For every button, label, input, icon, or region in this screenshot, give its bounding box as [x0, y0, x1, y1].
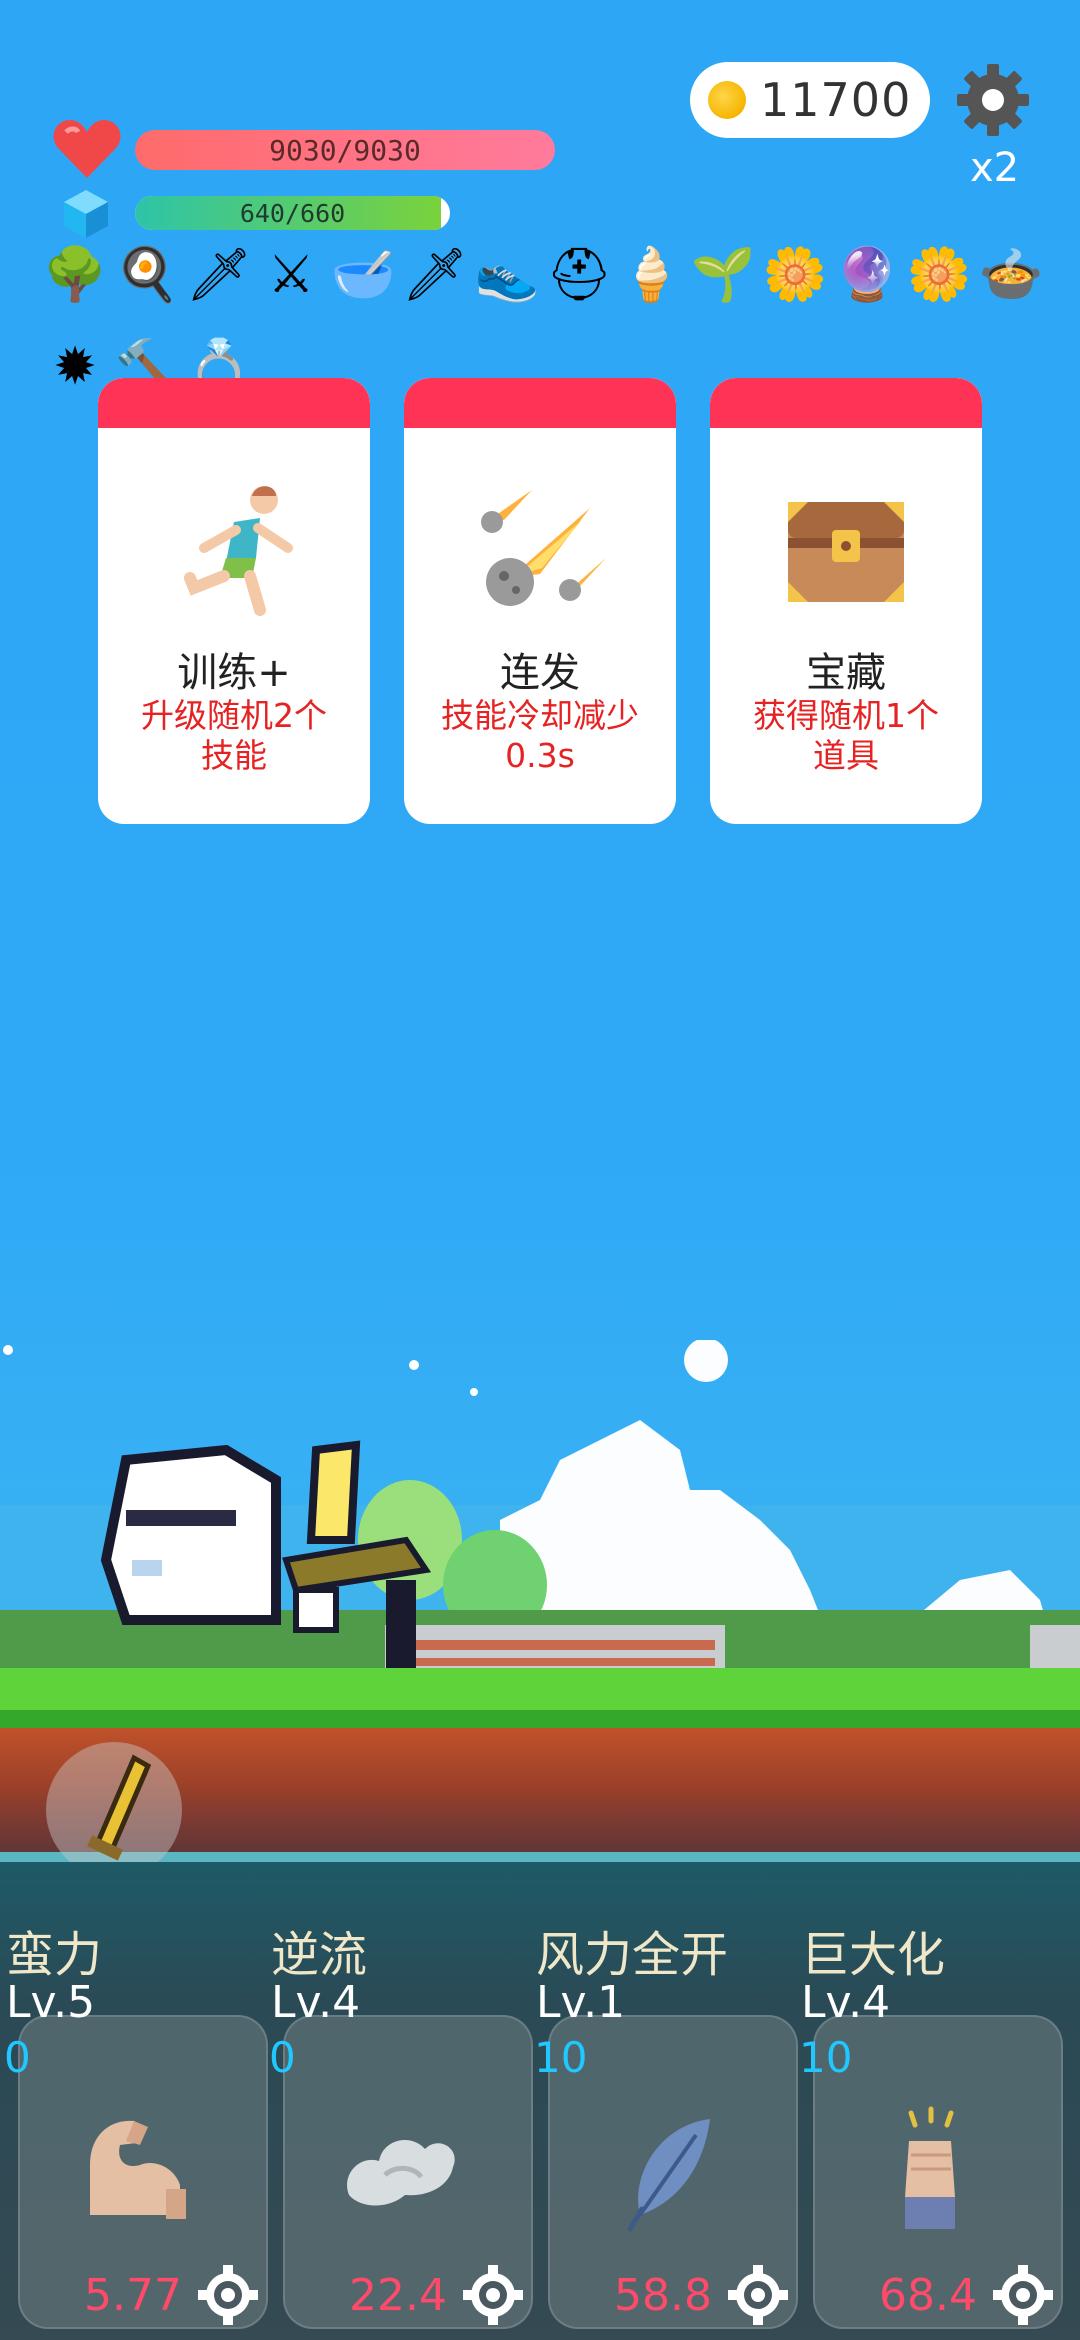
heart-icon — [53, 120, 121, 178]
crystal-ball-icon[interactable]: 🔮 — [832, 240, 902, 310]
health-text: 9030/9030 — [269, 133, 421, 167]
skill-settings-gear-icon[interactable] — [991, 2263, 1055, 2327]
ground-grass-edge — [0, 1710, 1080, 1728]
skill-cooldown: 58.8 — [614, 2270, 712, 2321]
skill-level: Lv.1 — [536, 1977, 626, 2028]
feather-icon — [627, 2119, 710, 2232]
skill-level: Lv.5 — [6, 1977, 96, 2028]
skill-level: Lv.4 — [801, 1977, 891, 2028]
card-header — [710, 378, 982, 428]
skill-count: 0 — [4, 2033, 31, 2082]
skill-count: 10 — [799, 2033, 853, 2082]
card-header — [98, 378, 370, 428]
card-desc-line: 0.3s — [505, 736, 575, 775]
dagger-icon[interactable]: 🗡 — [184, 240, 254, 310]
skill-count: 0 — [269, 2033, 296, 2082]
sparkle — [3, 1345, 13, 1355]
skill-cooldown: 5.77 — [84, 2270, 182, 2321]
skill-slot-brute-force[interactable]: 蛮力 Lv.5 0 5.77 — [0, 1915, 268, 2335]
fence-post — [1030, 1625, 1080, 1670]
sapling-icon[interactable]: 🌱 — [688, 240, 758, 310]
runner-icon — [184, 486, 293, 616]
card-title: 训练+ — [177, 650, 291, 696]
meteor-icon — [481, 490, 606, 606]
fence-rail — [395, 1658, 715, 1666]
fence-rail — [395, 1640, 715, 1650]
card-description: 获得随机1个 道具 — [730, 696, 962, 776]
skill-count: 10 — [534, 2033, 588, 2082]
skill-name: 逆流 — [271, 1927, 368, 1983]
upgrade-card-treasure[interactable]: 宝藏 获得随机1个 道具 — [710, 378, 982, 824]
fried-egg-icon[interactable]: 🍳 — [112, 240, 182, 310]
mortar-icon[interactable]: 🥣 — [328, 240, 398, 310]
daisy-icon[interactable]: 🌼 — [760, 240, 830, 310]
upgrade-card-rapid-fire[interactable]: 连发 技能冷却减少 0.3s — [404, 378, 676, 824]
cloud-puff — [684, 1340, 728, 1382]
white-flower-icon[interactable]: 🌼 — [904, 240, 974, 310]
speed-multiplier[interactable]: x2 — [970, 145, 1019, 191]
coin-value: 11700 — [760, 73, 912, 127]
tree-icon[interactable]: 🌳 — [40, 240, 110, 310]
mana-text: 640/660 — [239, 198, 346, 228]
sneaker-icon[interactable]: 👟 — [472, 240, 542, 310]
skill-slot-gigantify[interactable]: 巨大化 Lv.4 10 68.4 — [795, 1915, 1063, 2335]
card-title: 宝藏 — [806, 650, 886, 696]
skill-settings-gear-icon[interactable] — [461, 2263, 525, 2327]
health-bar: 9030/9030 — [135, 130, 555, 170]
sword-icon[interactable]: ⚔ — [256, 240, 326, 310]
helmet-icon[interactable]: ⛑ — [544, 240, 614, 310]
skill-settings-gear-icon[interactable] — [726, 2263, 790, 2327]
mana-bar: 640/660 — [135, 196, 450, 230]
skill-level: Lv.4 — [271, 1977, 361, 2028]
skill-slot-full-wind[interactable]: 风力全开 Lv.1 10 58.8 — [530, 1915, 798, 2335]
muscle-arm-icon — [90, 2120, 186, 2219]
skill-slot-backflow[interactable]: 逆流 Lv.4 0 22.4 — [265, 1915, 533, 2335]
sparkle — [409, 1360, 419, 1370]
short-sword-icon[interactable]: 🗡 — [400, 240, 470, 310]
card-desc-line: 获得随机1个 — [753, 696, 939, 735]
player-character — [100, 1440, 432, 1670]
spiked-ball-icon[interactable]: ✹ — [40, 332, 110, 402]
skill-cooldown: 22.4 — [349, 2270, 447, 2321]
golden-sword-icon — [87, 1754, 152, 1861]
card-desc-line: 道具 — [813, 736, 879, 775]
sparkle — [470, 1388, 478, 1396]
card-desc-line: 技能 — [201, 736, 267, 775]
card-desc-line: 技能冷却减少 — [441, 696, 639, 735]
mana-crystal-icon — [64, 190, 108, 238]
card-description: 升级随机2个 技能 — [118, 696, 350, 776]
ice-cream-icon[interactable]: 🍦 — [616, 240, 686, 310]
skill-cooldown: 68.4 — [879, 2270, 977, 2321]
wind-cloud-icon — [347, 2139, 455, 2206]
card-desc-line: 升级随机2个 — [141, 696, 327, 735]
card-header — [404, 378, 676, 428]
weapon-skill-button[interactable] — [46, 1742, 182, 1878]
settings-gear-icon[interactable] — [955, 62, 1031, 138]
coin-icon — [708, 81, 746, 119]
treasure-chest-icon — [788, 502, 904, 602]
skill-name: 蛮力 — [6, 1927, 103, 1983]
card-title: 连发 — [500, 650, 580, 696]
skill-name: 巨大化 — [801, 1927, 946, 1983]
upgrade-card-training[interactable]: 训练+ 升级随机2个 技能 — [98, 378, 370, 824]
fist-icon — [905, 2106, 955, 2229]
cauldron-icon[interactable]: 🍲 — [976, 240, 1046, 310]
skill-name: 风力全开 — [536, 1927, 729, 1983]
card-description: 技能冷却减少 0.3s — [424, 696, 656, 776]
coin-counter: 11700 — [690, 62, 930, 138]
skill-settings-gear-icon[interactable] — [196, 2263, 260, 2327]
